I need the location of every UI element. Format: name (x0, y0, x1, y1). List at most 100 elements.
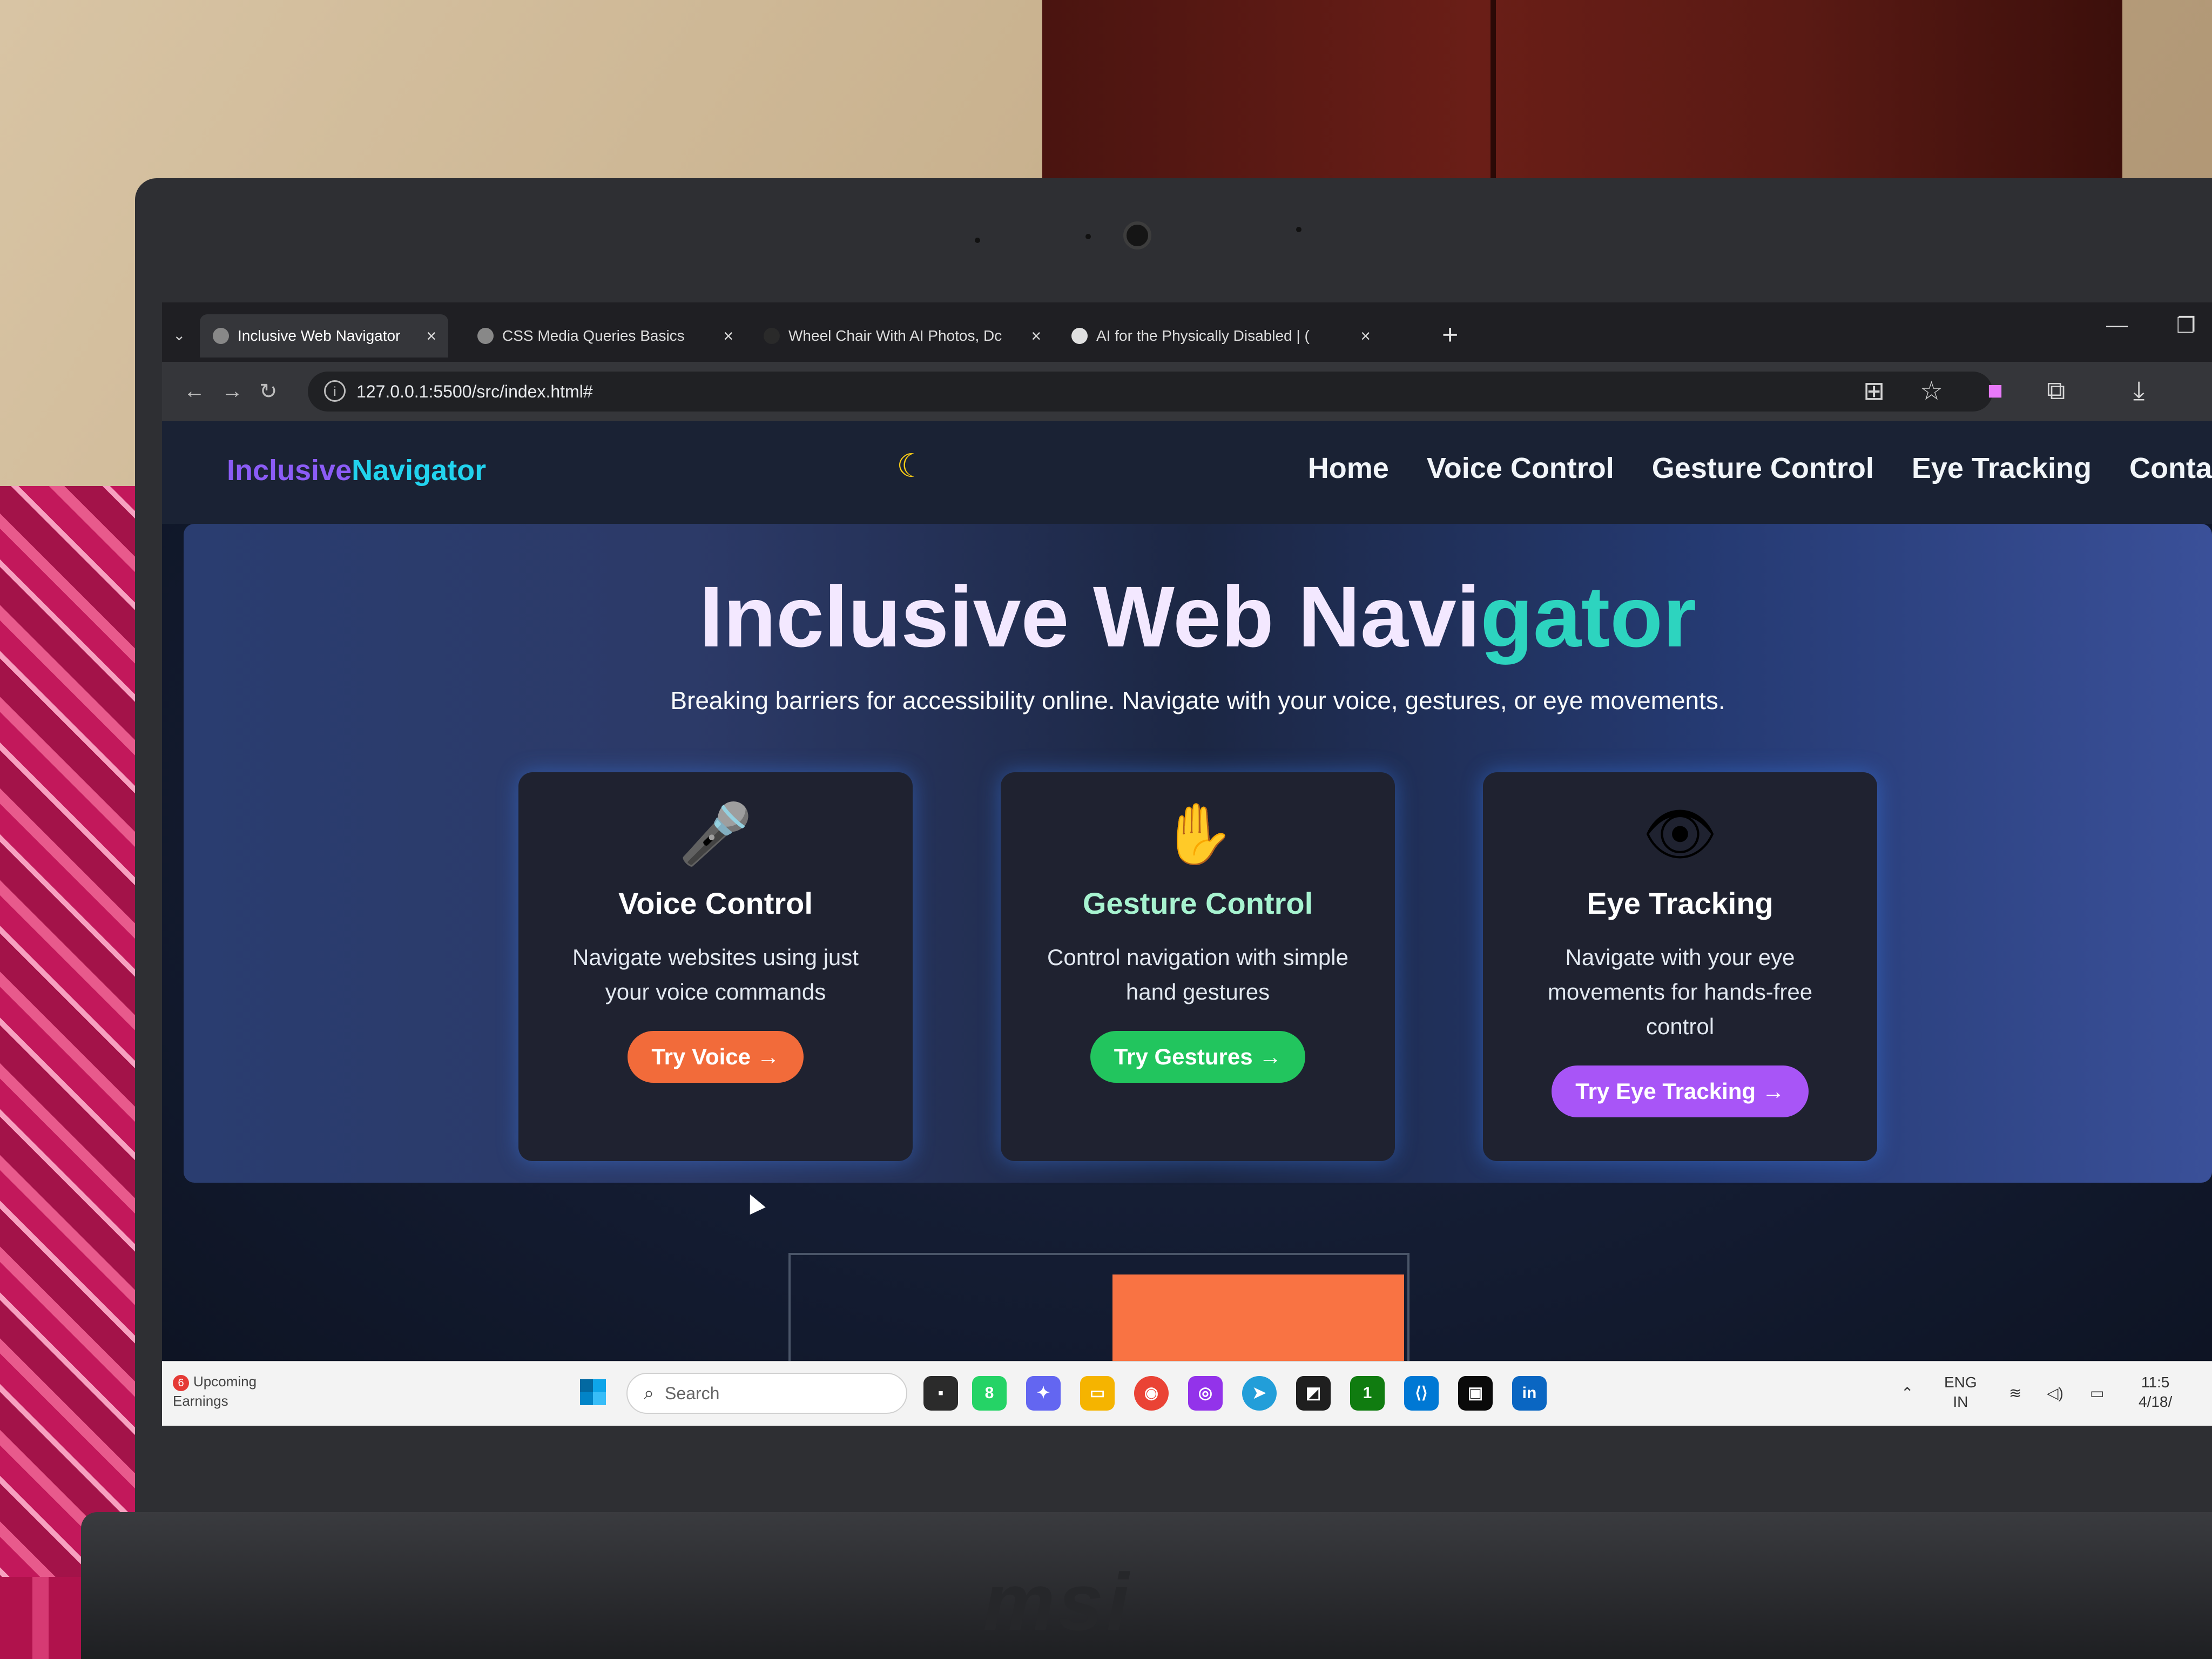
xbox-badge: 1 (1363, 1384, 1372, 1402)
language-top: ENG (1944, 1374, 1977, 1391)
search-icon: ⌕ (644, 1382, 655, 1404)
whatsapp-badge: 8 (984, 1384, 994, 1402)
browser-tab-strip: ⌄ Inclusive Web Navigator × CSS Media Qu… (162, 302, 2212, 362)
nav-contact[interactable]: Conta (2129, 451, 2212, 485)
star-icon[interactable]: ☆ (1920, 376, 1943, 406)
logo-part-navigator: Navigator (352, 454, 487, 487)
windows-start-icon[interactable] (578, 1377, 608, 1407)
google-icon (1071, 328, 1088, 344)
card-title: Eye Tracking (1587, 886, 1773, 920)
site-navbar: InclusiveNavigator ☾ Home Voice Control … (162, 421, 2212, 524)
puzzle-icon[interactable]: ⧉ (2047, 376, 2065, 406)
close-icon[interactable]: × (1031, 326, 1041, 346)
hero-subtitle: Breaking barriers for accessibility onli… (670, 686, 1725, 714)
xbox-icon[interactable]: 1 (1350, 1376, 1385, 1411)
language-indicator[interactable]: ENG IN (1944, 1373, 1977, 1412)
clock[interactable]: 11:5 4/18/ (2139, 1373, 2172, 1412)
nav-gesture-control[interactable]: Gesture Control (1652, 451, 1874, 485)
linkedin-icon[interactable]: in (1512, 1376, 1547, 1411)
close-icon[interactable]: × (426, 326, 436, 346)
globe-icon (213, 328, 229, 344)
tab-inclusive-web-navigator[interactable]: Inclusive Web Navigator × (200, 314, 448, 358)
tab-label: CSS Media Queries Basics (502, 327, 685, 344)
nav-links: Home Voice Control Gesture Control Eye T… (1308, 451, 2212, 485)
chrome-icon[interactable]: ◉ (1134, 1376, 1169, 1411)
nav-home[interactable]: Home (1308, 451, 1389, 485)
language-bottom: IN (1953, 1393, 1968, 1410)
raised-hand-icon: ✋ (1161, 801, 1235, 867)
card-description: Navigate websites using just your voice … (572, 945, 859, 1004)
microphone-icon: 🎤 (678, 801, 753, 867)
clock-date: 4/18/ (2139, 1393, 2173, 1410)
widgets-earnings[interactable]: 6 Upcoming Earnings (173, 1372, 281, 1417)
restore-icon[interactable]: ❐ (2176, 313, 2196, 338)
card-gesture-control: ✋ Gesture Control Control navigation wit… (1001, 772, 1395, 1161)
copilot-icon[interactable]: ✦ (1026, 1376, 1061, 1411)
site-logo[interactable]: InclusiveNavigator (227, 454, 486, 487)
moon-icon[interactable]: ☾ (896, 447, 926, 485)
tab-ai-physically-disabled[interactable]: AI for the Physically Disabled | ( × (1058, 314, 1382, 358)
laptop-base (81, 1512, 2212, 1659)
background-cabinet (1042, 0, 2122, 184)
wifi-icon[interactable]: ≋ (2009, 1384, 2021, 1403)
telegram-icon[interactable]: ➤ (1242, 1376, 1277, 1411)
logo-part-inclusive: Inclusive (227, 454, 352, 487)
hero-title-accent: gator (1480, 568, 1697, 665)
site-info-icon[interactable]: i (324, 380, 346, 402)
windows-taskbar: 6 Upcoming Earnings ⌕ Search ▪ 8 ✦ ▭ ◉ ◎ … (162, 1361, 2212, 1426)
nav-voice-control[interactable]: Voice Control (1427, 451, 1614, 485)
minimize-icon[interactable]: — (2106, 313, 2128, 338)
whatsapp-icon[interactable]: 8 (972, 1376, 1007, 1411)
card-eye-tracking: 👁 Eye Tracking Navigate with your eye mo… (1483, 772, 1877, 1161)
laptop-screen: ⌄ Inclusive Web Navigator × CSS Media Qu… (162, 302, 2212, 1426)
extension-app-icon[interactable]: ■ (1987, 376, 2003, 406)
globe-icon (477, 328, 494, 344)
translate-icon[interactable]: ⊞ (1863, 376, 1885, 406)
tab-label: AI for the Physically Disabled | ( (1096, 327, 1310, 344)
search-placeholder: Search (665, 1383, 720, 1403)
widget-subtitle: Earnings (173, 1393, 228, 1409)
forward-arrow-icon[interactable]: → (221, 379, 243, 403)
hero-title-main: Inclusive Web Navi (699, 568, 1481, 665)
download-icon[interactable]: ⤓ (2133, 376, 2144, 406)
tab-wheel-chair[interactable]: Wheel Chair With AI Photos, Dc × (751, 314, 1053, 358)
back-arrow-icon[interactable]: ← (184, 379, 205, 403)
mouse-cursor (742, 1190, 766, 1215)
tab-css-media-queries[interactable]: CSS Media Queries Basics × (464, 314, 745, 358)
web-page: InclusiveNavigator ☾ Home Voice Control … (162, 421, 2212, 1426)
tab-label: Wheel Chair With AI Photos, Dc (788, 327, 1002, 344)
nav-eye-tracking[interactable]: Eye Tracking (1912, 451, 2092, 485)
card-description: Navigate with your eye movements for han… (1547, 945, 1813, 1039)
try-voice-button[interactable]: Try Voice → (628, 1031, 804, 1083)
plus-icon[interactable]: + (1442, 319, 1458, 351)
try-eye-tracking-button[interactable]: Try Eye Tracking → (1552, 1065, 1809, 1117)
vscode-icon[interactable]: ⟨⟩ (1404, 1376, 1439, 1411)
task-view-icon[interactable]: ▪ (923, 1376, 958, 1411)
dev-community-icon[interactable]: ▣ (1458, 1376, 1493, 1411)
sensor-dot (975, 238, 980, 243)
tab-label: Inclusive Web Navigator (238, 327, 401, 344)
card-title: Gesture Control (1082, 886, 1313, 920)
app-icon[interactable]: ◎ (1188, 1376, 1223, 1411)
close-icon[interactable]: × (1360, 326, 1371, 346)
try-gestures-button[interactable]: Try Gestures → (1090, 1031, 1306, 1083)
webcam-icon (1123, 221, 1151, 249)
taskbar-search[interactable]: ⌕ Search (626, 1373, 907, 1414)
card-description: Control navigation with simple hand gest… (1047, 945, 1348, 1004)
chevron-up-icon[interactable]: ⌃ (1901, 1384, 1913, 1403)
reload-icon[interactable]: ↻ (259, 379, 278, 404)
volume-icon[interactable]: ◁) (2047, 1384, 2063, 1403)
close-icon[interactable]: × (723, 326, 733, 346)
card-voice-control: 🎤 Voice Control Navigate websites using … (518, 772, 913, 1161)
address-bar[interactable]: i 127.0.0.1:5500/src/index.html# (308, 372, 1993, 412)
file-explorer-icon[interactable]: ▭ (1080, 1376, 1115, 1411)
chevron-down-icon[interactable]: ⌄ (173, 326, 185, 344)
laptop-brand-logo: msi (983, 1556, 1132, 1647)
cabinet-seam (1491, 0, 1496, 178)
url-text: 127.0.0.1:5500/src/index.html# (356, 381, 593, 401)
sticky-notes-icon[interactable]: ◩ (1296, 1376, 1331, 1411)
battery-icon[interactable]: ▭ (2090, 1384, 2104, 1403)
widget-badge: 6 (173, 1375, 189, 1391)
sensor-dot (1296, 227, 1301, 232)
clock-time: 11:5 (2141, 1374, 2170, 1391)
